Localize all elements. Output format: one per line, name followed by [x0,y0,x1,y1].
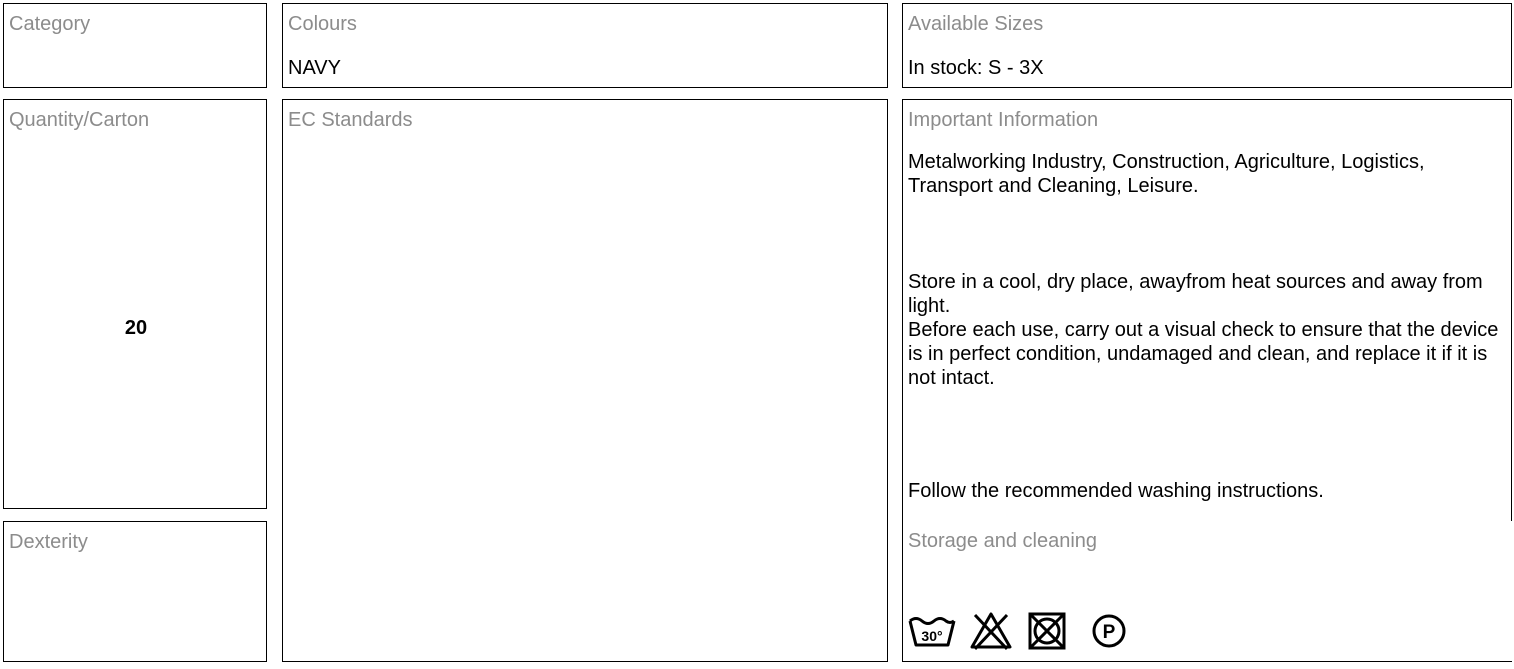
important-information-label: Important Information [908,109,1099,131]
dexterity-label: Dexterity [9,531,88,553]
care-instructions-text: Store in a cool, dry place, awayfrom hea… [908,270,1503,390]
storage-cleaning-label: Storage and cleaning [908,530,1098,552]
do-not-bleach-icon [970,612,1012,651]
colours-box: Colours NAVY [282,3,888,88]
colours-value: NAVY [288,57,341,79]
important-information-text: Metalworking Industry, Construction, Agr… [908,150,1503,198]
quantity-carton-box: Quantity/Carton 20 [3,99,267,509]
do-not-tumble-dry-icon [1028,612,1066,650]
available-sizes-label: Available Sizes [908,13,1044,35]
quantity-carton-value: 20 [124,317,148,339]
ec-standards-box: EC Standards [282,99,888,662]
washing-paragraph: Follow the recommended washing instructi… [908,480,1324,502]
professional-dry-clean-p-icon: P [1092,614,1126,648]
storage-cleaning-box: Storage and cleaning 30° P [902,521,1512,662]
quantity-carton-label: Quantity/Carton [9,109,150,131]
available-sizes-box: Available Sizes In stock: S - 3X [902,3,1512,88]
dexterity-box: Dexterity [3,521,267,662]
storage-paragraph: Store in a cool, dry place, awayfrom hea… [908,271,1483,317]
available-sizes-value: In stock: S - 3X [908,57,1044,79]
colours-label: Colours [288,13,357,35]
wash-temperature-text: 30° [921,628,942,644]
category-box: Category [3,3,267,88]
washing-instructions-text: Follow the recommended washing instructi… [908,479,1503,503]
industries-paragraph: Metalworking Industry, Construction, Agr… [908,151,1425,197]
wash-30-icon: 30° [908,617,956,647]
ec-standards-label: EC Standards [288,109,413,131]
dry-clean-letter-text: P [1103,622,1116,643]
important-information-box: Important Information Metalworking Indus… [902,99,1512,523]
visual-check-paragraph: Before each use, carry out a visual chec… [908,319,1499,389]
category-label: Category [9,13,91,35]
